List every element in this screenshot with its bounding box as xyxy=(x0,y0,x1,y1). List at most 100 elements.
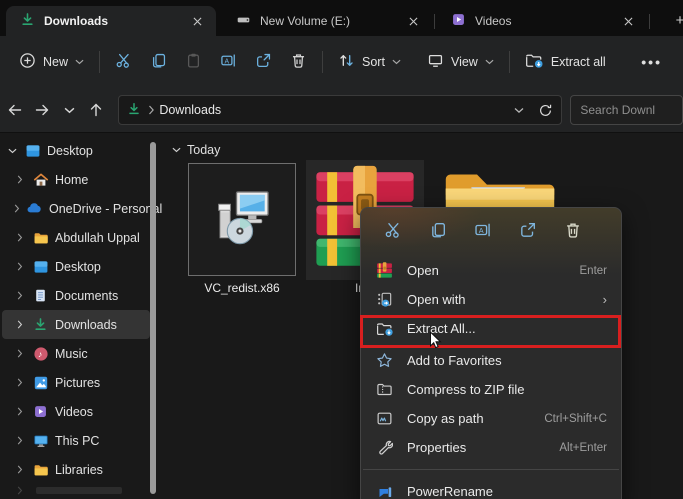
new-button[interactable]: New xyxy=(10,45,93,79)
recent-locations-button[interactable] xyxy=(57,97,81,123)
menu-item-label: Compress to ZIP file xyxy=(407,382,525,397)
sidebar-item-label: Desktop xyxy=(47,143,93,158)
view-icon xyxy=(427,52,444,72)
sidebar-item-label: Abdullah Uppal xyxy=(55,230,140,245)
sidebar-item-desktop[interactable]: Desktop xyxy=(2,252,150,281)
chevron-collapsed-icon[interactable] xyxy=(14,349,26,358)
menu-item-open-with[interactable]: Open with › xyxy=(361,285,621,314)
file-vc-redist[interactable] xyxy=(188,163,296,276)
close-icon[interactable] xyxy=(188,12,206,30)
search-box[interactable] xyxy=(570,95,683,125)
sidebar-item-user-folder[interactable]: Abdullah Uppal xyxy=(2,223,150,252)
pictures-icon xyxy=(32,374,49,391)
sidebar-item-this-pc[interactable]: This PC xyxy=(2,426,150,455)
sidebar-item-videos[interactable]: Videos xyxy=(2,397,150,426)
cut-button[interactable] xyxy=(106,45,141,79)
breadcrumb[interactable]: Downloads xyxy=(159,103,221,117)
sidebar-item-desktop-top[interactable]: Desktop xyxy=(2,136,150,165)
quick-actions-row: A xyxy=(361,208,621,252)
close-icon[interactable] xyxy=(404,12,422,30)
copy-icon[interactable] xyxy=(426,218,450,242)
star-icon xyxy=(375,352,394,370)
ellipsis-icon: ••• xyxy=(641,54,662,70)
sidebar-item-label: Libraries xyxy=(55,462,103,477)
up-button[interactable] xyxy=(84,97,108,123)
search-input[interactable] xyxy=(580,103,673,117)
file-explorer-window: Downloads New Volume (E:) Videos + New A… xyxy=(0,0,683,499)
menu-item-extract-all[interactable]: Extract All... xyxy=(361,314,621,343)
back-button[interactable] xyxy=(3,97,27,123)
share-icon[interactable] xyxy=(516,218,540,242)
tab-downloads[interactable]: Downloads xyxy=(6,6,216,36)
group-header-today[interactable]: Today xyxy=(172,143,220,157)
close-icon[interactable] xyxy=(619,12,637,30)
share-button[interactable] xyxy=(246,45,281,79)
tab-videos[interactable]: Videos xyxy=(437,6,647,36)
chevron-collapsed-icon[interactable] xyxy=(14,320,26,329)
see-more-button[interactable]: ••• xyxy=(632,45,671,79)
menu-item-shortcut: Alt+Enter xyxy=(559,441,607,454)
chevron-collapsed-icon[interactable] xyxy=(14,407,26,416)
new-button-label: New xyxy=(43,55,69,69)
drive-icon xyxy=(236,12,251,30)
toolbar-separator xyxy=(508,51,510,73)
rename-button[interactable]: A xyxy=(211,45,246,79)
refresh-icon[interactable] xyxy=(538,103,553,118)
extract-all-button[interactable]: Extract all xyxy=(516,45,615,79)
chevron-down-icon xyxy=(392,59,401,65)
copy-button[interactable] xyxy=(141,45,176,79)
extract-icon xyxy=(375,320,394,338)
new-tab-button[interactable]: + xyxy=(670,10,683,30)
chevron-expanded-icon[interactable] xyxy=(6,148,18,154)
sidebar-item-music[interactable]: ♪ Music xyxy=(2,339,150,368)
delete-button[interactable] xyxy=(281,45,316,79)
chevron-collapsed-icon[interactable] xyxy=(14,436,26,445)
view-button[interactable]: View xyxy=(418,45,503,79)
sidebar-item-pictures[interactable]: Pictures xyxy=(2,368,150,397)
tab-bar: Downloads New Volume (E:) Videos + xyxy=(0,0,683,36)
paste-icon xyxy=(185,52,202,72)
sort-button[interactable]: Sort xyxy=(329,45,410,79)
menu-item-add-to-favorites[interactable]: Add to Favorites xyxy=(361,346,621,375)
chevron-collapsed-icon[interactable] xyxy=(14,291,26,300)
menu-item-shortcut: Ctrl+Shift+C xyxy=(544,412,607,425)
file-label[interactable]: VC_redist.x86 xyxy=(188,281,296,295)
menu-item-compress-zip[interactable]: Compress to ZIP file xyxy=(361,375,621,404)
menu-item-label: Open with xyxy=(407,292,466,307)
paste-button[interactable] xyxy=(176,45,211,79)
menu-item-label: Properties xyxy=(407,440,467,455)
sidebar-item-home[interactable]: Home xyxy=(2,165,150,194)
tab-label: New Volume (E:) xyxy=(260,14,351,28)
rename-icon[interactable]: A xyxy=(471,218,495,242)
delete-icon[interactable] xyxy=(561,218,585,242)
group-header-label: Today xyxy=(187,143,221,157)
chevron-collapsed-icon[interactable] xyxy=(14,465,26,474)
chevron-collapsed-icon[interactable] xyxy=(14,262,26,271)
download-icon xyxy=(127,102,141,119)
sidebar-scrollbar[interactable] xyxy=(150,142,156,494)
sidebar-item-downloads[interactable]: Downloads xyxy=(2,310,150,339)
plus-circle-icon xyxy=(19,52,36,72)
chevron-collapsed-icon[interactable] xyxy=(14,233,26,242)
tab-new-volume[interactable]: New Volume (E:) xyxy=(222,6,432,36)
address-bar[interactable]: Downloads xyxy=(118,95,563,125)
menu-items: Open Enter Open with › Extract All... Ad… xyxy=(361,252,621,499)
cut-icon[interactable] xyxy=(381,218,405,242)
menu-item-open[interactable]: Open Enter xyxy=(361,256,621,285)
chevron-collapsed-icon[interactable] xyxy=(14,378,26,387)
chevron-collapsed-icon[interactable] xyxy=(14,204,20,213)
address-dropdown-icon[interactable] xyxy=(514,107,524,114)
sidebar-item-libraries[interactable]: Libraries xyxy=(2,455,150,484)
view-button-label: View xyxy=(450,55,478,69)
menu-item-powerrename[interactable]: PowerRename xyxy=(361,477,621,499)
menu-item-copy-as-path[interactable]: Copy as path Ctrl+Shift+C xyxy=(361,404,621,433)
sidebar-item-documents[interactable]: Documents xyxy=(2,281,150,310)
sidebar-item-onedrive[interactable]: OneDrive - Personal xyxy=(2,194,162,223)
desktop-icon xyxy=(24,142,41,159)
menu-item-shortcut: Enter xyxy=(579,264,608,277)
chevron-collapsed-icon[interactable] xyxy=(14,175,26,184)
document-icon xyxy=(32,287,49,304)
menu-item-properties[interactable]: Properties Alt+Enter xyxy=(361,433,621,462)
forward-button[interactable] xyxy=(30,97,54,123)
sidebar-item-partial[interactable] xyxy=(2,484,150,496)
